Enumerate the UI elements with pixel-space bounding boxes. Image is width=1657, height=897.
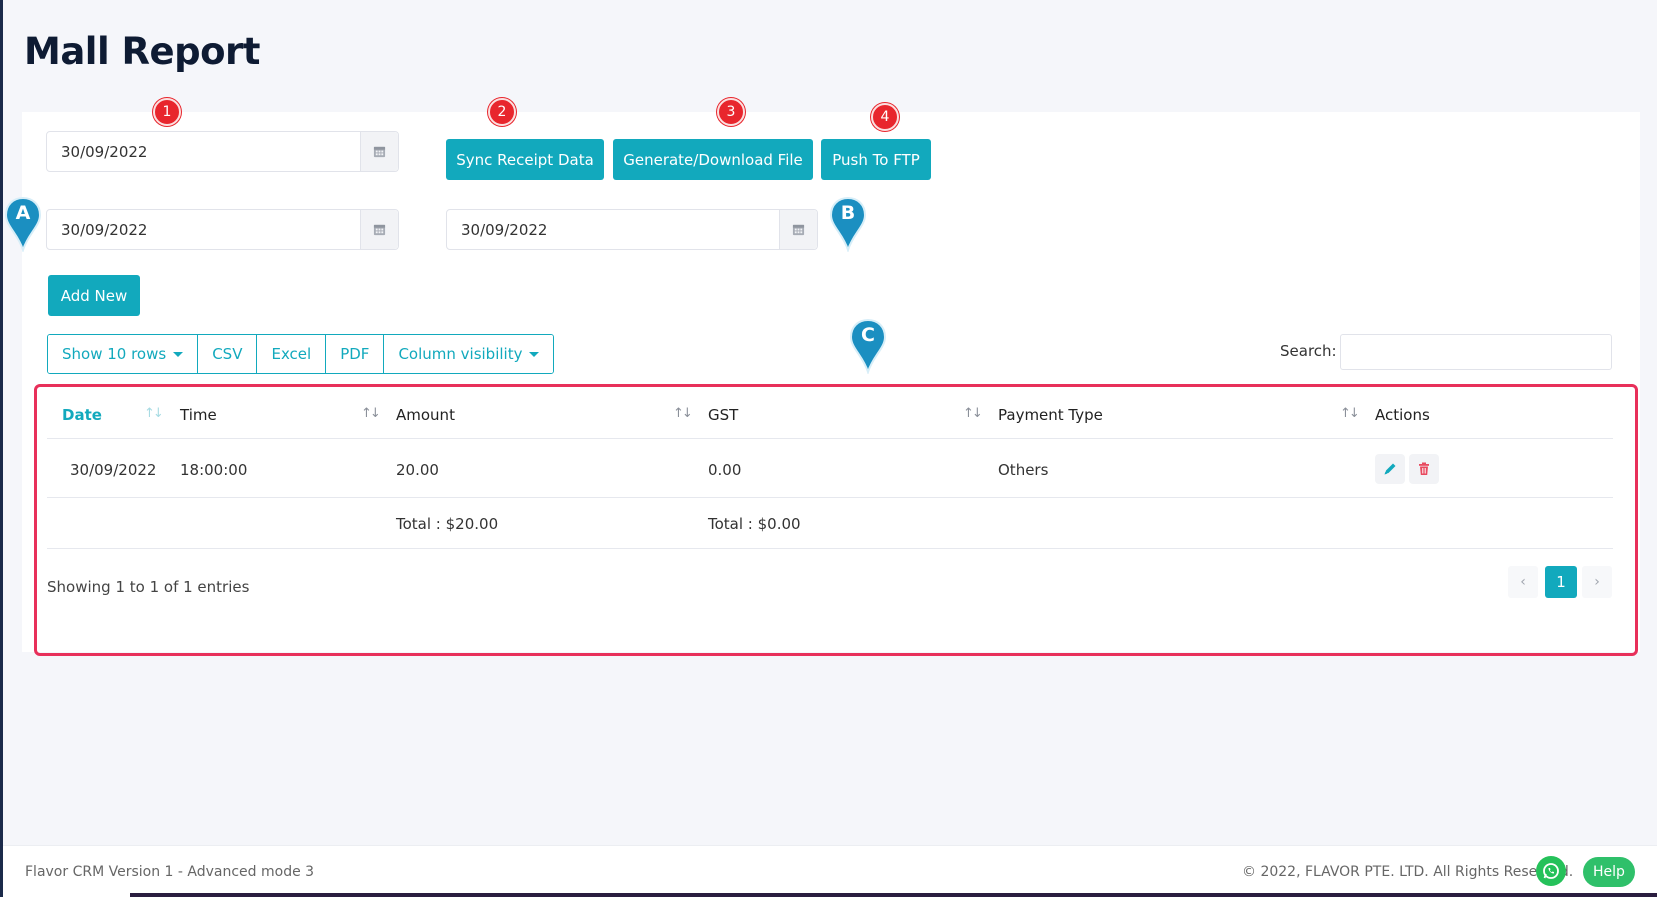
csv-button[interactable]: CSV <box>198 335 258 373</box>
export-toolbar: Show 10 rows CSV Excel PDF Column visibi… <box>47 334 555 374</box>
end-date-value: 30/09/2022 <box>461 220 548 239</box>
marker-1: 1 <box>153 98 181 126</box>
cell-payment-type: Others <box>998 461 1049 479</box>
delete-button[interactable] <box>1409 454 1439 484</box>
header-amount[interactable]: Amount <box>396 406 455 424</box>
start-date-field[interactable]: 30/09/2022 <box>46 209 399 250</box>
header-payment-type[interactable]: Payment Type <box>998 406 1103 424</box>
total-amount: Total : $20.00 <box>396 515 499 533</box>
page-title: Mall Report <box>24 30 260 73</box>
total-gst: Total : $0.00 <box>708 515 801 533</box>
pdf-button[interactable]: PDF <box>326 335 385 373</box>
pagination-prev[interactable]: ‹ <box>1508 566 1538 598</box>
marker-4: 4 <box>871 103 899 131</box>
show-rows-button[interactable]: Show 10 rows <box>48 335 199 373</box>
highlight-box <box>34 384 1638 656</box>
header-time[interactable]: Time <box>180 406 217 424</box>
header-date[interactable]: Date <box>62 406 102 424</box>
row-divider <box>47 497 1613 498</box>
excel-button[interactable]: Excel <box>257 335 327 373</box>
trash-icon <box>1419 462 1429 475</box>
header-divider <box>47 438 1613 439</box>
end-date-field[interactable]: 30/09/2022 <box>446 209 818 250</box>
table-info: Showing 1 to 1 of 1 entries <box>47 578 250 596</box>
whatsapp-icon[interactable] <box>1536 856 1566 886</box>
pin-marker-c: C <box>849 318 887 374</box>
footer-version: Flavor CRM Version 1 - Advanced mode 3 <box>25 864 315 880</box>
search-input[interactable] <box>1340 334 1612 370</box>
cell-time: 18:00:00 <box>180 461 248 479</box>
pagination-next[interactable]: › <box>1582 566 1612 598</box>
caret-down-icon <box>173 351 184 357</box>
report-date-field[interactable]: 30/09/2022 <box>46 131 399 172</box>
cell-amount: 20.00 <box>396 461 439 479</box>
generate-download-button[interactable]: Generate/Download File <box>613 139 813 180</box>
header-actions: Actions <box>1375 406 1430 424</box>
calendar-icon[interactable] <box>360 210 398 249</box>
help-button[interactable]: Help <box>1583 857 1635 887</box>
sort-icon[interactable]: ↑↓ <box>673 406 693 421</box>
pin-marker-b: B <box>829 196 867 252</box>
calendar-icon[interactable] <box>360 132 398 171</box>
pencil-icon <box>1384 463 1396 475</box>
report-date-value: 30/09/2022 <box>61 142 148 161</box>
cell-date: 30/09/2022 <box>70 461 157 479</box>
cell-gst: 0.00 <box>708 461 742 479</box>
marker-2: 2 <box>488 98 516 126</box>
add-new-button[interactable]: Add New <box>48 275 140 316</box>
taskbar-strip <box>130 893 1657 897</box>
pagination-page-1[interactable]: 1 <box>1545 566 1577 598</box>
totals-divider <box>47 548 1613 549</box>
sort-icon[interactable]: ↑↓ <box>963 406 983 421</box>
pin-label-b: B <box>840 202 856 224</box>
column-visibility-label: Column visibility <box>398 345 523 363</box>
search-label: Search: <box>1280 342 1337 360</box>
column-visibility-button[interactable]: Column visibility <box>384 335 554 373</box>
caret-down-icon <box>529 351 540 357</box>
footer: Flavor CRM Version 1 - Advanced mode 3 ©… <box>3 845 1657 897</box>
sort-icon[interactable]: ↑↓ <box>1340 406 1360 421</box>
pin-label-a: A <box>15 202 31 224</box>
sync-receipt-button[interactable]: Sync Receipt Data <box>446 139 604 180</box>
pin-marker-a: A <box>4 196 42 252</box>
footer-copyright: © 2022, FLAVOR PTE. LTD. All Rights Rese… <box>1242 864 1574 880</box>
marker-3: 3 <box>717 98 745 126</box>
start-date-value: 30/09/2022 <box>61 220 148 239</box>
header-gst[interactable]: GST <box>708 406 738 424</box>
sort-asc-icon[interactable]: ↑↓ <box>144 406 164 421</box>
push-ftp-button[interactable]: Push To FTP <box>821 139 931 180</box>
left-edge <box>0 0 3 897</box>
sort-icon[interactable]: ↑↓ <box>361 406 381 421</box>
calendar-icon[interactable] <box>779 210 817 249</box>
show-rows-label: Show 10 rows <box>62 345 167 363</box>
pin-label-c: C <box>861 324 875 346</box>
edit-button[interactable] <box>1375 454 1405 484</box>
